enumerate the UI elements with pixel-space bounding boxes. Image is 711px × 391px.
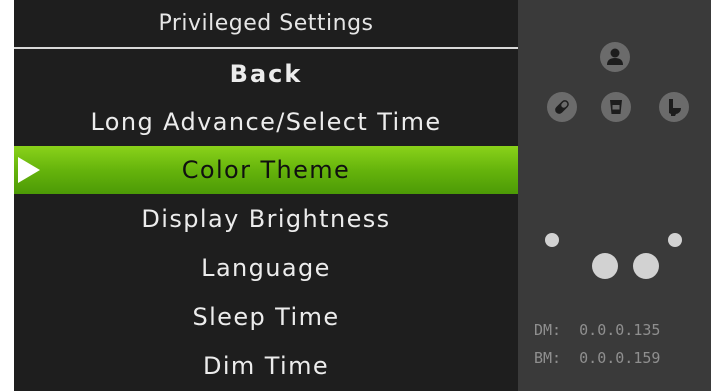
bm-version: BM: 0.0.0.159 bbox=[534, 349, 660, 367]
menu-item-dim-time[interactable]: Dim Time bbox=[14, 342, 518, 390]
indicator-dot bbox=[592, 253, 618, 279]
bm-value: 0.0.0.159 bbox=[579, 349, 661, 367]
toilet-icon bbox=[659, 92, 689, 122]
bm-label: BM: bbox=[534, 349, 562, 367]
indicator-dot bbox=[633, 253, 659, 279]
menu-item-display-brightness[interactable]: Display Brightness bbox=[14, 195, 518, 243]
dm-version: DM: 0.0.0.135 bbox=[534, 321, 660, 339]
menu-item-long-advance-select-time[interactable]: Long Advance/Select Time bbox=[14, 98, 518, 146]
indicator-dot bbox=[668, 233, 682, 247]
dm-value: 0.0.0.135 bbox=[579, 321, 661, 339]
dm-label: DM: bbox=[534, 321, 562, 339]
menu-item-sleep-time[interactable]: Sleep Time bbox=[14, 293, 518, 341]
cup-icon bbox=[601, 92, 631, 122]
title-divider bbox=[14, 47, 518, 49]
pill-icon bbox=[547, 92, 577, 122]
menu-item-label: Color Theme bbox=[181, 156, 351, 184]
indicator-dot bbox=[545, 233, 559, 247]
menu-item-back[interactable]: Back bbox=[14, 50, 518, 98]
person-icon bbox=[600, 42, 630, 72]
menu-item-color-theme[interactable]: Color Theme bbox=[14, 146, 518, 194]
page-title: Privileged Settings bbox=[158, 11, 374, 36]
selection-arrow-icon bbox=[18, 157, 40, 183]
settings-menu: Privileged Settings Back Long Advance/Se… bbox=[14, 0, 518, 391]
status-panel: DM: 0.0.0.135 BM: 0.0.0.159 bbox=[518, 0, 711, 391]
menu-item-language[interactable]: Language bbox=[14, 244, 518, 292]
device-screen: Privileged Settings Back Long Advance/Se… bbox=[14, 0, 711, 391]
